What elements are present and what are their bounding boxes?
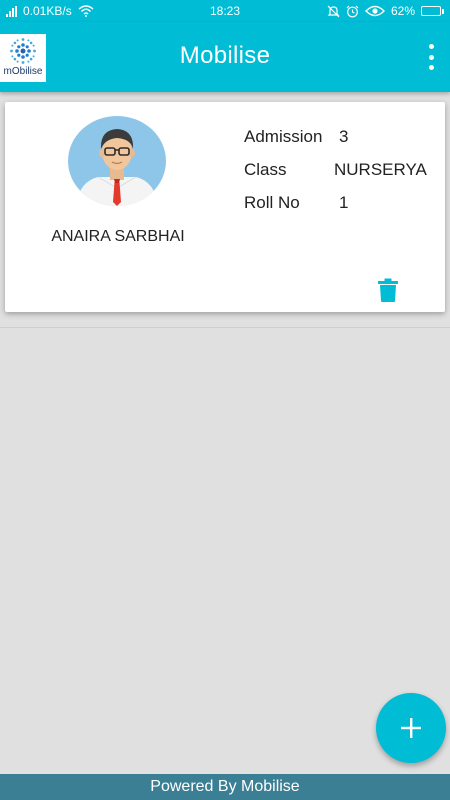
wifi-icon bbox=[78, 5, 94, 17]
battery-percent: 62% bbox=[390, 4, 415, 18]
network-speed: 0.01KB/s bbox=[23, 4, 72, 18]
delete-button[interactable] bbox=[375, 276, 401, 304]
notifications-off-icon bbox=[327, 5, 340, 17]
alarm-icon bbox=[346, 5, 359, 17]
add-student-button[interactable] bbox=[376, 693, 446, 763]
list-divider bbox=[0, 327, 450, 328]
person-avatar-icon bbox=[68, 116, 166, 206]
app-bar: mObilise Mobilise bbox=[0, 22, 450, 92]
more-vert-icon[interactable] bbox=[426, 44, 436, 70]
admission-label: Admission bbox=[244, 127, 323, 146]
class-value: NURSERYA bbox=[334, 160, 427, 179]
student-name: ANAIRA SARBHAI bbox=[51, 228, 185, 245]
status-bar: 0.01KB/s 18:23 62% bbox=[0, 0, 450, 22]
admission-value: 3 bbox=[339, 127, 349, 146]
signal-icon bbox=[6, 5, 17, 17]
battery-icon bbox=[421, 6, 444, 16]
plus-icon bbox=[401, 718, 421, 738]
eye-icon bbox=[364, 5, 385, 17]
roll-no-value: 1 bbox=[339, 193, 349, 212]
class-label: Class bbox=[244, 160, 287, 179]
app-title: Mobilise bbox=[179, 42, 271, 69]
roll-no-label: Roll No bbox=[244, 193, 300, 212]
trash-icon bbox=[378, 278, 398, 302]
student-card[interactable]: ANAIRA SARBHAI Admission 3 Class NURSERY… bbox=[5, 102, 445, 312]
footer-powered-by: Powered By Mobilise bbox=[0, 774, 450, 800]
